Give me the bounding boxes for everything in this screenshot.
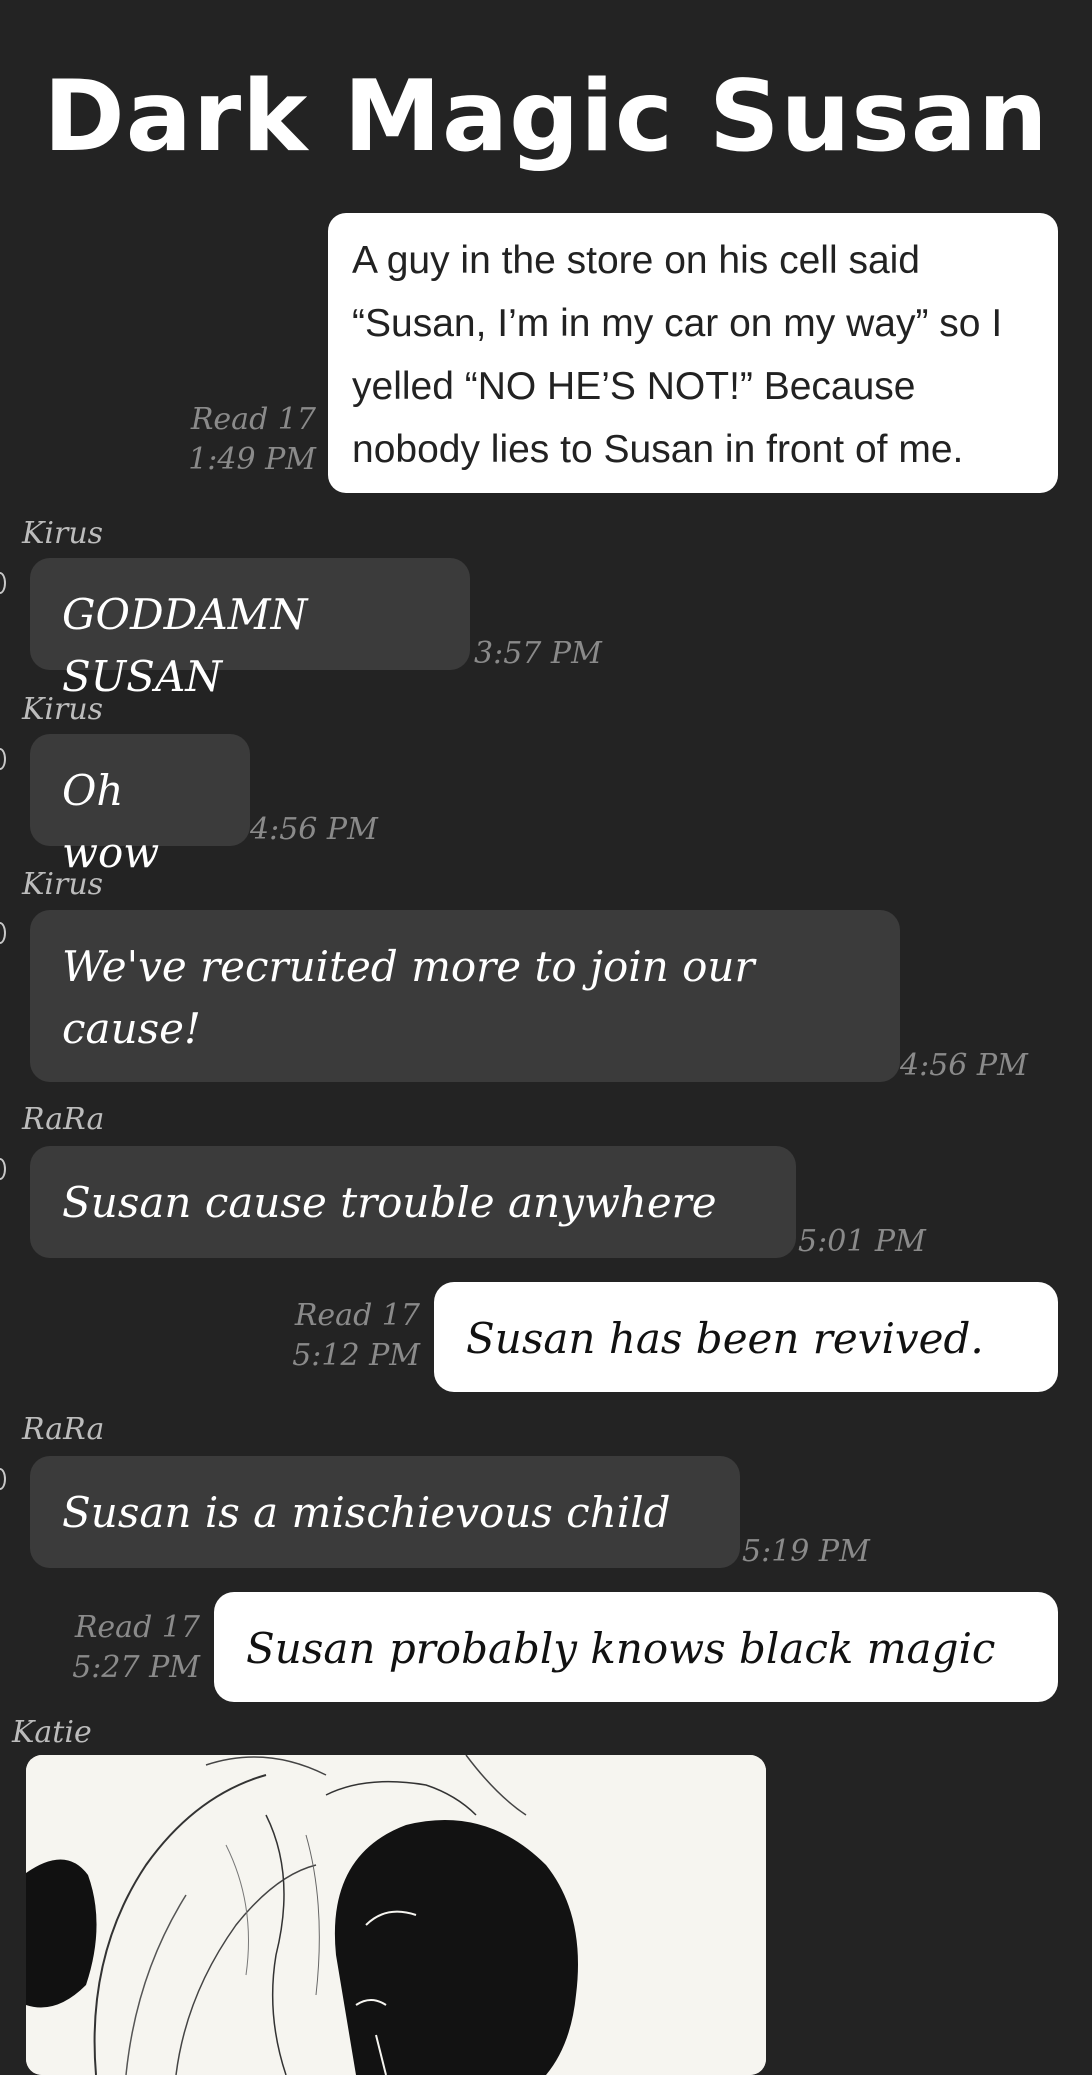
- sender-name: Kirus: [22, 867, 104, 902]
- edge-mark: [0, 922, 6, 944]
- edge-mark: [0, 1468, 6, 1490]
- message-time: 1:49 PM: [188, 442, 316, 477]
- screenshot-text: A guy in the store on his cell said “Sus…: [352, 239, 1003, 471]
- message-text: Oh wow: [62, 766, 160, 877]
- message-text: We've recruited more to join our cause!: [62, 942, 755, 1053]
- read-receipt: Read 17 1:49 PM: [150, 400, 316, 480]
- outgoing-screenshot-bubble[interactable]: A guy in the store on his cell said “Sus…: [328, 213, 1058, 493]
- message-text: Susan probably knows black magic: [246, 1624, 996, 1673]
- sender-name: Katie: [12, 1715, 92, 1750]
- read-count: Read 17: [74, 1610, 200, 1645]
- edge-mark: [0, 572, 6, 594]
- sender-name: Kirus: [22, 692, 104, 727]
- sender-name: RaRa: [22, 1412, 105, 1447]
- chat-title: Dark Magic Susan: [43, 60, 1049, 174]
- incoming-bubble[interactable]: Oh wow: [30, 734, 250, 877]
- incoming-bubble[interactable]: Susan is a mischievous child: [30, 1456, 740, 1568]
- message-text: Susan is a mischievous child: [62, 1488, 671, 1537]
- read-receipt: Read 17 5:12 PM: [250, 1296, 420, 1376]
- read-count: Read 17: [294, 1298, 420, 1333]
- outgoing-bubble[interactable]: Susan has been revived.: [434, 1282, 1058, 1392]
- edge-mark: [0, 748, 6, 770]
- message-time: 5:01 PM: [798, 1224, 926, 1259]
- incoming-bubble[interactable]: GODDAMN SUSAN: [30, 558, 470, 701]
- message-time: 5:27 PM: [72, 1650, 200, 1685]
- message-text: Susan has been revived.: [466, 1314, 984, 1363]
- manga-sketch-image: [26, 1755, 766, 2075]
- read-count: Read 17: [190, 402, 316, 437]
- message-text: Susan cause trouble anywhere: [62, 1178, 717, 1227]
- edge-mark: [0, 1158, 6, 1180]
- sender-name: Kirus: [22, 516, 104, 551]
- message-time: 4:56 PM: [250, 812, 378, 847]
- message-time: 5:19 PM: [742, 1534, 870, 1569]
- sender-name: RaRa: [22, 1102, 105, 1137]
- message-text: GODDAMN SUSAN: [62, 590, 308, 701]
- incoming-bubble[interactable]: We've recruited more to join our cause!: [30, 910, 900, 1082]
- message-time: 5:12 PM: [292, 1338, 420, 1373]
- image-attachment[interactable]: [26, 1755, 766, 2075]
- read-receipt: Read 17 5:27 PM: [60, 1608, 200, 1688]
- message-time: 4:56 PM: [900, 1048, 1028, 1083]
- outgoing-bubble[interactable]: Susan probably knows black magic: [214, 1592, 1058, 1702]
- message-time: 3:57 PM: [474, 636, 602, 671]
- incoming-bubble[interactable]: Susan cause trouble anywhere: [30, 1146, 796, 1258]
